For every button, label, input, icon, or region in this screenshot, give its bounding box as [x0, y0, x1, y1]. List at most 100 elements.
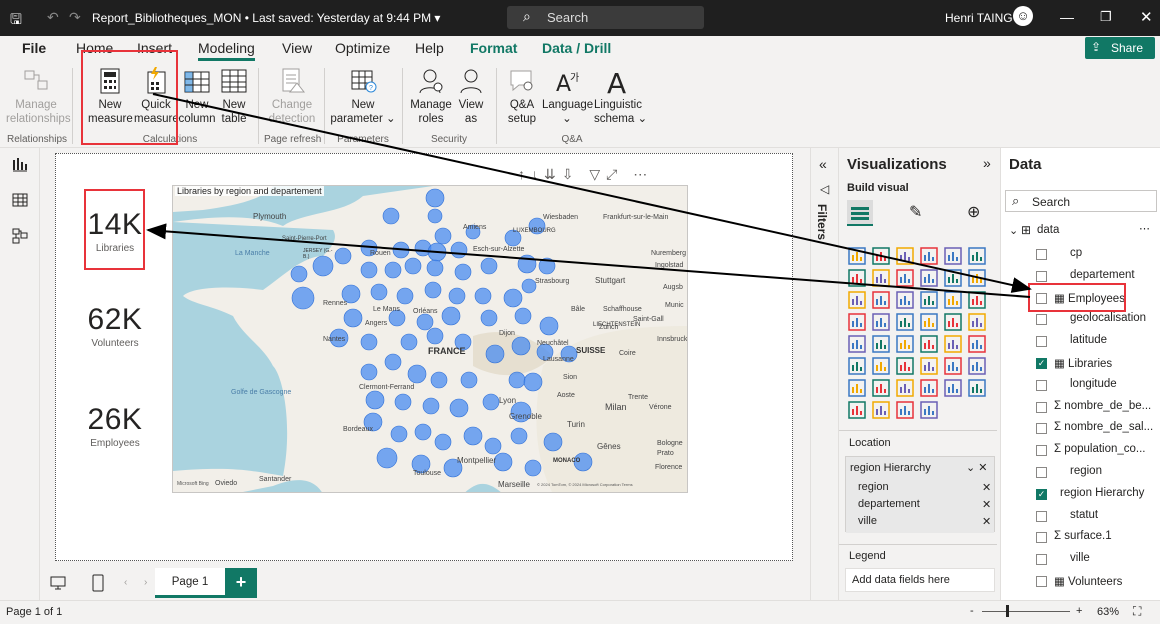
field-checkbox[interactable] — [1036, 314, 1047, 326]
hier-item-ville[interactable]: ville — [858, 515, 877, 527]
table-expand-icon[interactable]: ⌄ — [1009, 224, 1018, 237]
menu-view[interactable]: View — [282, 40, 312, 56]
language-button[interactable]: A가 Language ⌄ — [542, 62, 593, 126]
field-cp[interactable]: cp — [1070, 247, 1082, 259]
field-region[interactable]: region — [1070, 465, 1102, 477]
undo-icon[interactable]: ↶ — [47, 9, 59, 26]
avatar-icon[interactable]: ☺ — [1013, 6, 1033, 26]
menu-modeling[interactable]: Modeling — [198, 40, 255, 61]
remove-icon[interactable]: ✕ — [982, 498, 991, 511]
card-employees[interactable]: 26K Employees — [75, 403, 155, 449]
field-population-co-[interactable]: Σ population_co... — [1054, 443, 1146, 455]
field-checkbox[interactable] — [1036, 249, 1047, 260]
map-bubble — [360, 363, 378, 381]
more-options-icon[interactable]: ⋯ — [1139, 222, 1150, 235]
hierarchy-field[interactable]: region Hierarchy — [850, 462, 931, 474]
field-checkbox[interactable] — [1036, 576, 1047, 587]
manage-roles-button[interactable]: Manage roles — [410, 62, 452, 126]
zoom-slider[interactable] — [982, 611, 1070, 612]
menu-help[interactable]: Help — [415, 40, 444, 56]
field-surface-1[interactable]: Σ surface.1 — [1054, 530, 1112, 542]
new-table-button[interactable]: New table — [217, 62, 251, 126]
build-visual-tab[interactable] — [847, 200, 873, 226]
field-checkbox[interactable]: ✓ — [1036, 488, 1047, 500]
menu-format[interactable]: Format — [470, 40, 517, 56]
desktop-layout-icon[interactable] — [50, 576, 66, 590]
remove-icon[interactable]: ✕ — [982, 515, 991, 528]
expand-filters-icon[interactable]: « — [819, 156, 827, 172]
field-libraries[interactable]: ▦ Libraries — [1054, 356, 1112, 370]
field-volunteers[interactable]: ▦ Volunteers — [1054, 574, 1122, 588]
field-nombre-de-be-[interactable]: Σ nombre_de_be... — [1054, 400, 1151, 412]
restore-icon[interactable]: ❐ — [1100, 9, 1112, 25]
field-checkbox[interactable] — [1036, 270, 1047, 282]
field-checkbox[interactable] — [1036, 510, 1047, 522]
field-checkbox[interactable] — [1036, 445, 1047, 457]
field-checkbox[interactable] — [1036, 401, 1047, 413]
table-name[interactable]: data — [1037, 224, 1059, 236]
map-bubble — [463, 426, 483, 446]
search-box[interactable]: ⌕ Search — [507, 6, 704, 29]
field-geolocalisation[interactable]: geolocalisation — [1070, 312, 1146, 324]
field-checkbox[interactable] — [1036, 423, 1047, 435]
hier-item-departement[interactable]: departement — [858, 498, 920, 510]
new-parameter-button[interactable]: ? New parameter ⌄ — [330, 62, 396, 126]
user-name[interactable]: Henri TAING — [945, 11, 1013, 25]
visual-header-icons[interactable]: ↑↓⇊⇩ ▽⤢ ⋯ — [518, 166, 653, 183]
mobile-layout-icon[interactable] — [92, 574, 104, 592]
manage-relationships-button[interactable]: Manage relationships — [6, 62, 71, 126]
hierarchy-actions[interactable]: ⌄ ✕ — [966, 461, 988, 474]
zoom-slider-thumb[interactable] — [1006, 605, 1009, 617]
field-checkbox[interactable] — [1036, 336, 1047, 348]
hier-item-region[interactable]: region — [858, 481, 889, 493]
zoom-in-button[interactable]: + — [1076, 605, 1082, 617]
field-checkbox[interactable] — [1036, 554, 1047, 566]
add-page-button[interactable]: + — [225, 568, 257, 598]
card-volunteers[interactable]: 62K Volunteers — [75, 303, 155, 349]
field-latitude[interactable]: latitude — [1070, 334, 1107, 346]
field-ville[interactable]: ville — [1070, 552, 1090, 564]
format-visual-icon[interactable]: ✎ — [909, 202, 922, 222]
save-icon[interactable]: 🖫 — [10, 9, 22, 33]
field-checkbox[interactable] — [1036, 467, 1047, 478]
legend-well[interactable]: Add data fields here — [845, 568, 995, 592]
label-line2: table — [221, 113, 247, 125]
linguistic-schema-button[interactable]: A Linguistic schema ⌄ — [594, 62, 647, 126]
model-view-icon[interactable] — [12, 228, 28, 244]
visual-type-grid[interactable] — [845, 246, 995, 426]
tab-page-1[interactable]: Page 1 — [155, 568, 225, 598]
report-view-icon[interactable] — [12, 156, 28, 172]
data-search-input[interactable]: ⌕ Search — [1005, 190, 1157, 212]
field-region-hierarchy[interactable]: region Hierarchy — [1060, 487, 1144, 499]
menu-data-drill[interactable]: Data / Drill — [542, 40, 611, 56]
field-statut[interactable]: statut — [1070, 509, 1098, 521]
menu-file[interactable]: File — [22, 40, 46, 56]
field-checkbox[interactable] — [1036, 379, 1047, 391]
zoom-out-button[interactable]: - — [970, 605, 974, 617]
new-column-button[interactable]: New column — [178, 62, 216, 126]
field-departement[interactable]: departement — [1070, 269, 1135, 281]
map-visual[interactable]: Libraries by region and departement FRAN… — [172, 185, 688, 493]
field-nombre-de-sal-[interactable]: Σ nombre_de_sal... — [1054, 421, 1153, 433]
field-checkbox[interactable] — [1036, 532, 1047, 544]
change-detection-button[interactable]: Change detection — [266, 62, 318, 126]
close-icon[interactable]: ✕ — [1140, 8, 1153, 26]
next-page-icon[interactable]: › — [144, 577, 147, 588]
collapse-viz-icon[interactable]: » — [983, 155, 991, 171]
fit-to-page-icon[interactable]: ⛶ — [1133, 604, 1141, 619]
field-checkbox[interactable]: ✓ — [1036, 358, 1047, 369]
filters-pane-collapsed[interactable]: « ◁ Filters — [810, 148, 838, 600]
field-longitude[interactable]: longitude — [1070, 378, 1117, 390]
redo-icon[interactable]: ↷ — [69, 9, 81, 26]
menu-optimize[interactable]: Optimize — [335, 40, 390, 56]
analytics-icon[interactable]: ⊕ — [967, 202, 980, 222]
prev-page-icon[interactable]: ‹ — [124, 577, 127, 588]
qa-setup-button[interactable]: Q&A setup — [504, 62, 540, 126]
view-as-button[interactable]: View as — [454, 62, 488, 126]
location-well[interactable]: region Hierarchy ⌄ ✕ region ✕ departemen… — [845, 456, 995, 533]
share-button[interactable]: ⇪ Share — [1085, 37, 1155, 59]
file-name[interactable]: Report_Bibliotheques_MON • Last saved: Y… — [92, 11, 440, 25]
minimize-icon[interactable]: — — [1060, 9, 1074, 25]
table-view-icon[interactable] — [12, 192, 28, 208]
remove-icon[interactable]: ✕ — [982, 481, 991, 494]
